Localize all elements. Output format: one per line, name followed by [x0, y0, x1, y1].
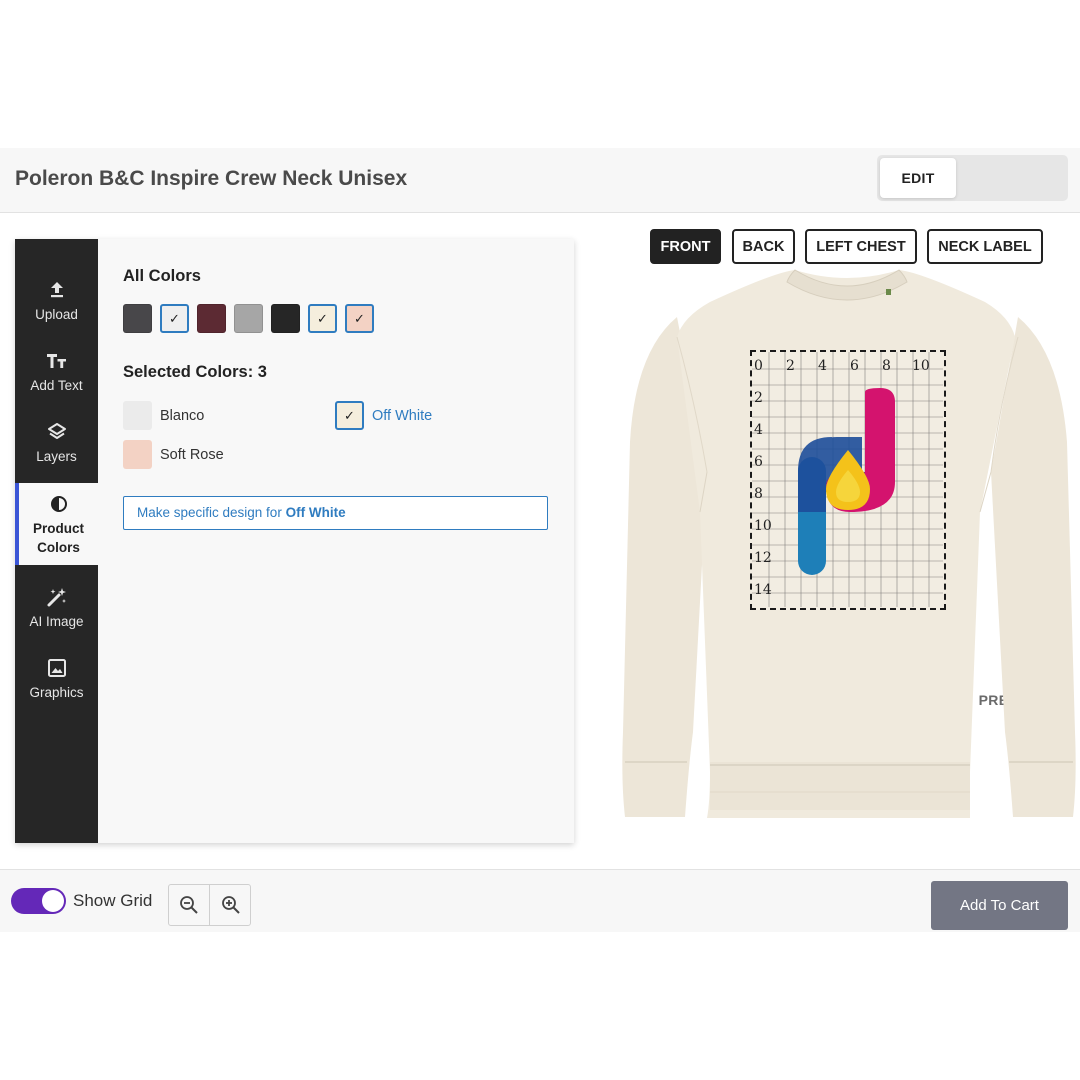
- design-grid: 0 2 4 6 8 10 2 4 6 8 10 12 14: [752, 352, 943, 607]
- logo-graphic[interactable]: [798, 388, 895, 575]
- sidebar-item-label: Product Colors: [32, 521, 84, 555]
- make-specific-design-button[interactable]: Make specific design for Off White: [123, 496, 548, 530]
- grid-y-tick: 10: [754, 518, 772, 534]
- grid-y-tick: 2: [754, 390, 763, 406]
- color-swatch[interactable]: [234, 304, 263, 333]
- color-chip: ✓: [335, 401, 364, 430]
- color-swatch[interactable]: [197, 304, 226, 333]
- sidebar-item-label: Upload: [35, 307, 78, 322]
- design-panel: Upload Add Text Layers Product Colors AI…: [15, 239, 574, 843]
- grid-x-tick: 8: [882, 358, 891, 374]
- sidebar-item-upload[interactable]: Upload: [15, 269, 98, 340]
- grid-x-tick: 10: [912, 358, 930, 374]
- selected-color-label: Blanco: [160, 408, 205, 424]
- color-swatch[interactable]: [123, 304, 152, 333]
- checkmark-icon: ✓: [317, 311, 328, 326]
- sidebar-item-ai-image[interactable]: AI Image: [15, 576, 98, 647]
- zoom-in-icon: [221, 896, 240, 914]
- design-button-prefix: Make specific design for: [137, 505, 282, 520]
- sidebar-item-graphics[interactable]: Graphics: [15, 647, 98, 718]
- color-chip: [123, 440, 152, 469]
- color-swatch[interactable]: ✓: [308, 304, 337, 333]
- design-button-color: Off White: [285, 505, 346, 520]
- show-grid-toggle[interactable]: [11, 888, 66, 914]
- layers-icon: [15, 420, 98, 444]
- grid-y-tick: 14: [754, 582, 772, 598]
- selected-color-label: Soft Rose: [160, 447, 224, 463]
- sidebar-item-add-text[interactable]: Add Text: [15, 340, 98, 411]
- edit-mode-button[interactable]: EDIT: [880, 158, 956, 198]
- zoom-controls: [168, 884, 251, 926]
- sidebar-item-label: Graphics: [29, 685, 84, 700]
- grid-y-tick: 12: [754, 550, 772, 566]
- grid-x-tick: 2: [786, 358, 795, 374]
- print-area[interactable]: 0 2 4 6 8 10 2 4 6 8 10 12 14: [750, 350, 946, 610]
- selected-colors-heading: Selected Colors: 3: [123, 363, 267, 381]
- zoom-in-button[interactable]: [210, 885, 251, 925]
- color-swatch[interactable]: ✓: [160, 304, 189, 333]
- page-title: Poleron B&C Inspire Crew Neck Unisex: [15, 167, 408, 190]
- magic-wand-icon: [15, 585, 98, 609]
- bottom-toolbar: [0, 869, 1080, 932]
- grid-y-tick: 8: [754, 486, 763, 502]
- sidebar-item-label: AI Image: [29, 614, 84, 629]
- image-icon: [15, 656, 98, 680]
- color-swatch[interactable]: [271, 304, 300, 333]
- checkmark-icon: ✓: [344, 407, 355, 423]
- tab-left-chest[interactable]: LEFT CHEST: [805, 229, 917, 264]
- selected-color-label: Off White: [372, 408, 433, 424]
- tab-back[interactable]: BACK: [732, 229, 795, 264]
- grid-x-tick: 6: [850, 358, 859, 374]
- color-swatch[interactable]: ✓: [345, 304, 374, 333]
- tab-front[interactable]: FRONT: [650, 229, 721, 264]
- sidebar-item-product-colors[interactable]: Product Colors: [15, 483, 98, 565]
- grid-x-tick: 4: [818, 358, 827, 374]
- checkmark-icon: ✓: [354, 311, 365, 326]
- zoom-out-button[interactable]: [169, 885, 210, 925]
- sidebar-item-label: Add Text: [30, 378, 83, 393]
- grid-y-tick: 6: [754, 454, 763, 470]
- add-to-cart-button[interactable]: Add To Cart: [931, 881, 1068, 930]
- checkmark-icon: ✓: [169, 311, 180, 326]
- sidebar-item-label: Layers: [36, 449, 77, 464]
- color-swatch-list: ✓ ✓ ✓: [123, 304, 393, 334]
- toggle-knob: [42, 890, 64, 912]
- contrast-icon: [19, 492, 98, 516]
- grid-y-tick: 4: [754, 422, 763, 438]
- zoom-out-icon: [180, 896, 198, 914]
- sidebar-item-layers[interactable]: Layers: [15, 411, 98, 482]
- grid-x-tick: 0: [754, 358, 763, 374]
- tab-neck-label[interactable]: NECK LABEL: [927, 229, 1043, 264]
- upload-icon: [15, 278, 98, 302]
- color-chip: [123, 401, 152, 430]
- show-grid-label: Show Grid: [73, 891, 153, 910]
- all-colors-heading: All Colors: [123, 267, 201, 285]
- tool-sidebar: Upload Add Text Layers Product Colors AI…: [15, 239, 98, 843]
- mode-toggle: EDIT PREVIEW: [877, 155, 1068, 708]
- text-icon: [15, 349, 98, 373]
